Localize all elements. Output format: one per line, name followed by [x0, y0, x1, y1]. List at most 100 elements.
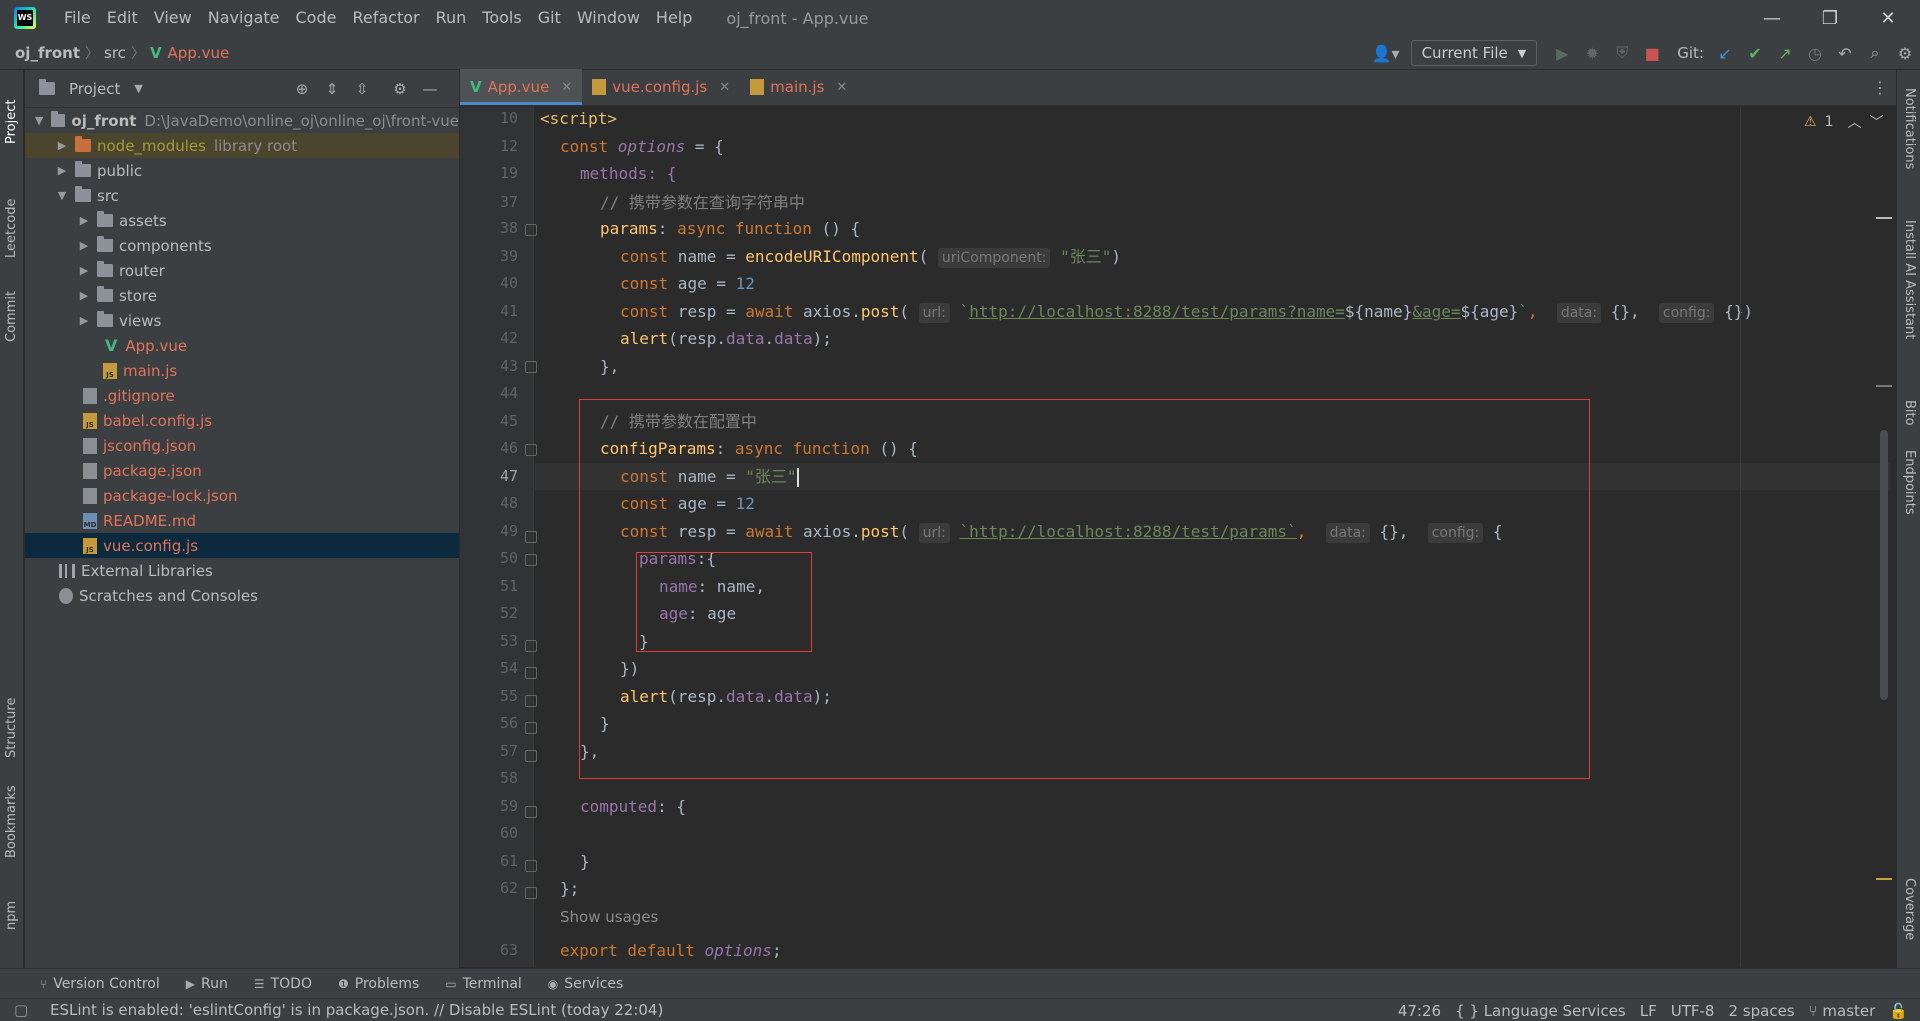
menu-edit[interactable]: Edit — [99, 0, 146, 36]
toggle-tool-windows-icon[interactable]: ▢ — [14, 1001, 28, 1019]
locate-file-icon[interactable]: ⊕ — [291, 78, 313, 100]
chevron-right-icon[interactable]: ▶ — [77, 314, 91, 327]
caret-position[interactable]: 47:26 — [1398, 1002, 1441, 1020]
scroll-marker[interactable] — [1876, 385, 1892, 387]
chevron-down-icon[interactable]: ▼ — [134, 82, 142, 95]
debug-icon[interactable]: ✹ — [1577, 38, 1607, 68]
tree-item-components[interactable]: ▶ components — [25, 233, 459, 258]
tree-item-app-vue[interactable]: V App.vue — [25, 333, 459, 358]
chevron-down-icon[interactable]: ﹀ — [1869, 112, 1883, 132]
vertical-scrollbar[interactable] — [1880, 430, 1888, 700]
collapse-all-icon[interactable]: ⇳ — [351, 78, 373, 100]
chevron-right-icon[interactable]: ▶ — [55, 164, 69, 177]
git-push-icon[interactable]: ↗ — [1770, 38, 1800, 68]
tool-tab-terminal[interactable]: ▭ Terminal — [445, 976, 522, 992]
tree-item-root[interactable]: ▼ oj_front D:\JavaDemo\online_oj\online_… — [25, 108, 459, 133]
chevron-up-icon[interactable]: ︿ — [1847, 112, 1861, 132]
tree-item-scratches[interactable]: Scratches and Consoles — [25, 583, 459, 608]
menu-help[interactable]: Help — [648, 0, 700, 36]
language-services[interactable]: { } Language Services — [1455, 1002, 1626, 1020]
inspection-widget[interactable]: ⚠ 1 ︿ ﹀ — [1804, 112, 1883, 132]
menu-window[interactable]: Window — [569, 0, 648, 36]
line-number-gutter[interactable]: 10 12 19 37 38 39 40 41 42 43 44 45 46 4… — [460, 107, 534, 967]
more-tabs-icon[interactable]: ⋮ — [1872, 78, 1888, 97]
tool-tab-problems[interactable]: ❶ Problems — [338, 976, 419, 992]
git-branch[interactable]: ⑂ master — [1809, 1002, 1876, 1020]
user-icon[interactable]: 👤▾ — [1371, 38, 1401, 68]
tool-tab-bookmarks[interactable]: Bookmarks — [0, 770, 24, 860]
tool-tab-leetcode[interactable]: Leetcode — [0, 170, 24, 260]
tool-tab-services[interactable]: ◉ Services — [548, 976, 624, 992]
git-update-icon[interactable]: ↙ — [1710, 38, 1740, 68]
tree-item-views[interactable]: ▶ views — [25, 308, 459, 333]
tool-tab-ai-assistant[interactable]: Install AI Assistant — [1902, 220, 1917, 339]
breadcrumb-file[interactable]: App.vue — [168, 44, 230, 62]
project-panel-title[interactable]: Project — [69, 80, 120, 98]
search-icon[interactable]: ⌕ — [1860, 38, 1890, 68]
tool-tab-structure[interactable]: Structure — [0, 680, 24, 760]
history-icon[interactable]: ◷ — [1800, 38, 1830, 68]
menu-git[interactable]: Git — [530, 0, 569, 36]
tab-vue-config[interactable]: vue.config.js ✕ — [582, 69, 740, 105]
tab-app-vue[interactable]: V App.vue ✕ — [460, 69, 583, 105]
menu-tools[interactable]: Tools — [474, 0, 529, 36]
menu-run[interactable]: Run — [428, 0, 475, 36]
close-icon[interactable]: ✕ — [719, 80, 730, 95]
coverage-icon[interactable]: ⛨ — [1607, 38, 1637, 68]
tree-item-src[interactable]: ▼ src — [25, 183, 459, 208]
chevron-right-icon[interactable]: ▶ — [55, 139, 69, 152]
chevron-down-icon[interactable]: ▼ — [55, 189, 69, 202]
tree-item-router[interactable]: ▶ router — [25, 258, 459, 283]
menu-file[interactable]: File — [56, 0, 99, 36]
tree-item-public[interactable]: ▶ public — [25, 158, 459, 183]
chevron-right-icon[interactable]: ▶ — [77, 214, 91, 227]
tree-item-vue-config[interactable]: JS vue.config.js — [25, 533, 459, 558]
tool-tab-coverage[interactable]: Coverage — [1902, 878, 1917, 940]
indent-setting[interactable]: 2 spaces — [1728, 1002, 1794, 1020]
menu-refactor[interactable]: Refactor — [344, 0, 427, 36]
tree-item-package-lock[interactable]: package-lock.json — [25, 483, 459, 508]
rollback-icon[interactable]: ↶ — [1830, 38, 1860, 68]
expand-all-icon[interactable]: ⇕ — [321, 78, 343, 100]
file-encoding[interactable]: UTF-8 — [1671, 1002, 1715, 1020]
line-separator[interactable]: LF — [1640, 1002, 1657, 1020]
status-message[interactable]: ESLint is enabled: 'eslintConfig' is in … — [50, 1001, 663, 1019]
tool-tab-project[interactable]: Project — [0, 80, 24, 160]
chevron-right-icon[interactable]: ▶ — [77, 264, 91, 277]
tool-tab-endpoints[interactable]: Endpoints — [1902, 450, 1917, 515]
git-commit-icon[interactable]: ✔ — [1740, 38, 1770, 68]
options-gear-icon[interactable]: ⚙ — [389, 78, 411, 100]
tree-item-package-json[interactable]: package.json — [25, 458, 459, 483]
restore-button[interactable]: ❐ — [1802, 0, 1858, 36]
tab-main-js[interactable]: main.js ✕ — [740, 69, 857, 105]
breadcrumb-folder[interactable]: src — [104, 44, 126, 62]
close-icon[interactable]: ✕ — [836, 80, 847, 95]
breadcrumb-project[interactable]: oj_front — [15, 44, 80, 62]
close-icon[interactable]: ✕ — [561, 80, 572, 95]
tree-item-jsconfig[interactable]: jsconfig.json — [25, 433, 459, 458]
tool-tab-notifications[interactable]: Notifications — [1902, 88, 1917, 169]
tool-tab-run[interactable]: ▶ Run — [186, 976, 228, 992]
tool-tab-todo[interactable]: ☰ TODO — [254, 976, 312, 992]
minimize-button[interactable]: — — [1744, 0, 1800, 36]
run-icon[interactable]: ▶ — [1547, 38, 1577, 68]
chevron-right-icon[interactable]: ▶ — [77, 289, 91, 302]
tree-item-store[interactable]: ▶ store — [25, 283, 459, 308]
close-window-button[interactable]: ✕ — [1860, 0, 1916, 36]
tree-item-gitignore[interactable]: .gitignore — [25, 383, 459, 408]
menu-navigate[interactable]: Navigate — [200, 0, 288, 36]
hide-panel-icon[interactable]: — — [419, 78, 441, 100]
show-usages-hint[interactable]: Show usages — [535, 903, 1890, 930]
menu-view[interactable]: View — [146, 0, 200, 36]
stop-icon[interactable]: ■ — [1637, 38, 1667, 68]
settings-gear-icon[interactable]: ⚙ — [1890, 38, 1920, 68]
tree-item-external-libraries[interactable]: External Libraries — [25, 558, 459, 583]
tool-tab-npm[interactable]: npm — [0, 890, 24, 950]
tool-tab-version-control[interactable]: ⑂ Version Control — [40, 976, 160, 992]
tree-item-node-modules[interactable]: ▶ node_modules library root — [25, 133, 459, 158]
scroll-marker[interactable] — [1876, 217, 1892, 219]
tree-item-readme[interactable]: MD README.md — [25, 508, 459, 533]
scroll-marker[interactable] — [1876, 878, 1892, 880]
tree-item-assets[interactable]: ▶ assets — [25, 208, 459, 233]
chevron-right-icon[interactable]: ▶ — [77, 239, 91, 252]
